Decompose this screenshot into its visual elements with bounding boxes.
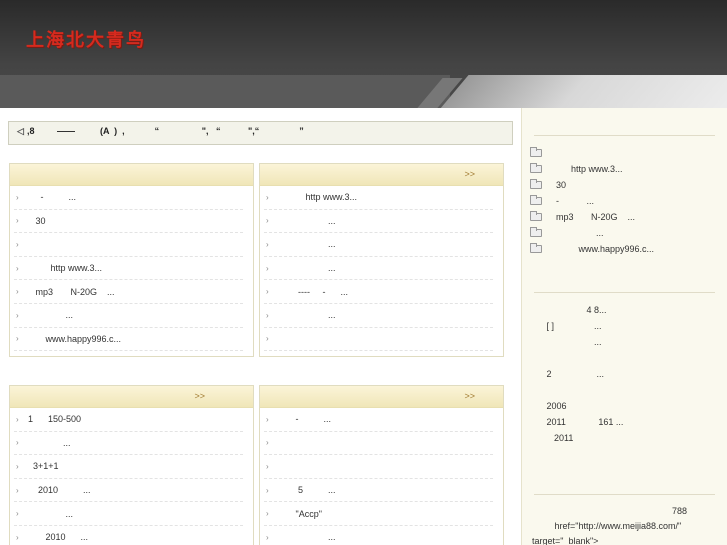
arrow-icon: › (266, 334, 269, 344)
arrow-icon: › (16, 287, 19, 297)
arrow-icon: › (266, 485, 269, 495)
list-item[interactable]: › (14, 233, 243, 257)
arrow-icon: › (16, 509, 19, 519)
list-item[interactable]: › ... (14, 304, 243, 328)
arrow-icon: › (266, 310, 269, 320)
folder-icon (530, 163, 542, 173)
notice-text[interactable]: ,8 —— (A ) , “ ", “ ",“ ” (27, 126, 304, 136)
more-link[interactable]: >> (464, 169, 475, 179)
notice-bar: ◁ ,8 —— (A ) , “ ", “ ",“ ” (8, 121, 513, 145)
arrow-icon: › (266, 509, 269, 519)
arrow-icon: › (266, 216, 269, 226)
sidebar-link-list: http www.3... 30 - ... mp3 N-20G ... ...… (530, 145, 654, 257)
right-sidebar: http www.3... 30 - ... mp3 N-20G ... ...… (521, 108, 727, 545)
list-item[interactable]: › www.happy996.c... (14, 328, 243, 352)
sidebar-info-text: 4 8... [ ] ... ... 2 ... 2006 2011 161 .… (546, 305, 624, 443)
list-item[interactable]: › - ... (14, 186, 243, 210)
box-header (10, 164, 253, 186)
list-item[interactable]: › 30 (14, 210, 243, 234)
sidebar-item[interactable]: mp3 N-20G ... (530, 209, 654, 225)
folder-icon (530, 211, 542, 221)
arrow-icon: › (16, 263, 19, 273)
list-item[interactable]: › "Accp" (264, 502, 493, 526)
box-header: >> (10, 386, 253, 408)
sidebar-item[interactable]: - ... (530, 193, 654, 209)
arrow-icon: › (16, 532, 19, 542)
speaker-icon: ◁ (17, 126, 24, 136)
arrow-icon: › (16, 310, 19, 320)
box-header: >> (260, 386, 503, 408)
arrow-icon: › (266, 239, 269, 249)
arrow-icon: › (266, 414, 269, 424)
folder-icon (530, 147, 542, 157)
sidebar-item[interactable]: www.happy996.c... (530, 241, 654, 257)
list-item[interactable]: › ... (264, 526, 493, 545)
divider (534, 494, 715, 495)
list-item[interactable]: › (264, 432, 493, 456)
list-item[interactable]: › 5 ... (264, 479, 493, 503)
sidebar-item[interactable] (530, 145, 654, 161)
header-stripe-light (440, 75, 727, 108)
list-item[interactable]: › ... (264, 210, 493, 234)
news-box-4: >> › - ... › › › 5 ... › "Accp" › ... (259, 385, 504, 545)
sidebar-footer-text: 788 href="http://www.meijia88.com/" targ… (532, 506, 688, 545)
list-item[interactable]: › http www.3... (264, 186, 493, 210)
arrow-icon: › (266, 192, 269, 202)
news-box-2: >> › http www.3... › ... › ... › ... › -… (259, 163, 504, 357)
list-item[interactable]: › 1 150-500 (14, 408, 243, 432)
site-header: 上海北大青鸟 (0, 0, 727, 108)
header-stripe (0, 75, 450, 108)
list-item[interactable]: › (264, 328, 493, 352)
arrow-icon: › (266, 287, 269, 297)
folder-icon (530, 227, 542, 237)
folder-icon (530, 179, 542, 189)
arrow-icon: › (16, 192, 19, 202)
list-item[interactable]: › ... (14, 502, 243, 526)
arrow-icon: › (266, 438, 269, 448)
list-item[interactable]: › ... (264, 233, 493, 257)
arrow-icon: › (16, 438, 19, 448)
arrow-icon: › (16, 485, 19, 495)
sidebar-item[interactable]: http www.3... (530, 161, 654, 177)
box-header: >> (260, 164, 503, 186)
list-item[interactable]: › - ... (264, 408, 493, 432)
arrow-icon: › (16, 334, 19, 344)
arrow-icon: › (16, 461, 19, 471)
arrow-icon: › (16, 216, 19, 226)
more-link[interactable]: >> (464, 391, 475, 401)
folder-icon (530, 243, 542, 253)
list-item[interactable]: › ... (264, 304, 493, 328)
list-item[interactable]: › 2010 ... (14, 526, 243, 545)
site-logo[interactable]: 上海北大青鸟 (26, 26, 146, 52)
list-item[interactable]: › ... (264, 257, 493, 281)
list-item[interactable]: › ... (14, 432, 243, 456)
list-item[interactable]: › 2010 ... (14, 479, 243, 503)
list-item[interactable]: › http www.3... (14, 257, 243, 281)
list-item[interactable]: › 3+1+1 (14, 455, 243, 479)
arrow-icon: › (266, 532, 269, 542)
arrow-icon: › (266, 263, 269, 273)
folder-icon (530, 195, 542, 205)
arrow-icon: › (266, 461, 269, 471)
list-item[interactable]: › ---- - ... (264, 280, 493, 304)
more-link[interactable]: >> (194, 391, 205, 401)
news-box-3: >> › 1 150-500 › ... › 3+1+1 › 2010 ... ›… (9, 385, 254, 545)
arrow-icon: › (16, 414, 19, 424)
divider (534, 135, 715, 136)
sidebar-item[interactable]: 30 (530, 177, 654, 193)
list-item[interactable]: › , , ... (14, 351, 243, 356)
news-box-1: › - ... › 30 › › http www.3... › mp3 N-2… (9, 163, 254, 357)
divider (534, 292, 715, 293)
sidebar-item[interactable]: ... (530, 225, 654, 241)
list-item[interactable]: › - ... (264, 351, 493, 356)
list-item[interactable]: › mp3 N-20G ... (14, 280, 243, 304)
list-item[interactable]: › (264, 455, 493, 479)
arrow-icon: › (16, 239, 19, 249)
